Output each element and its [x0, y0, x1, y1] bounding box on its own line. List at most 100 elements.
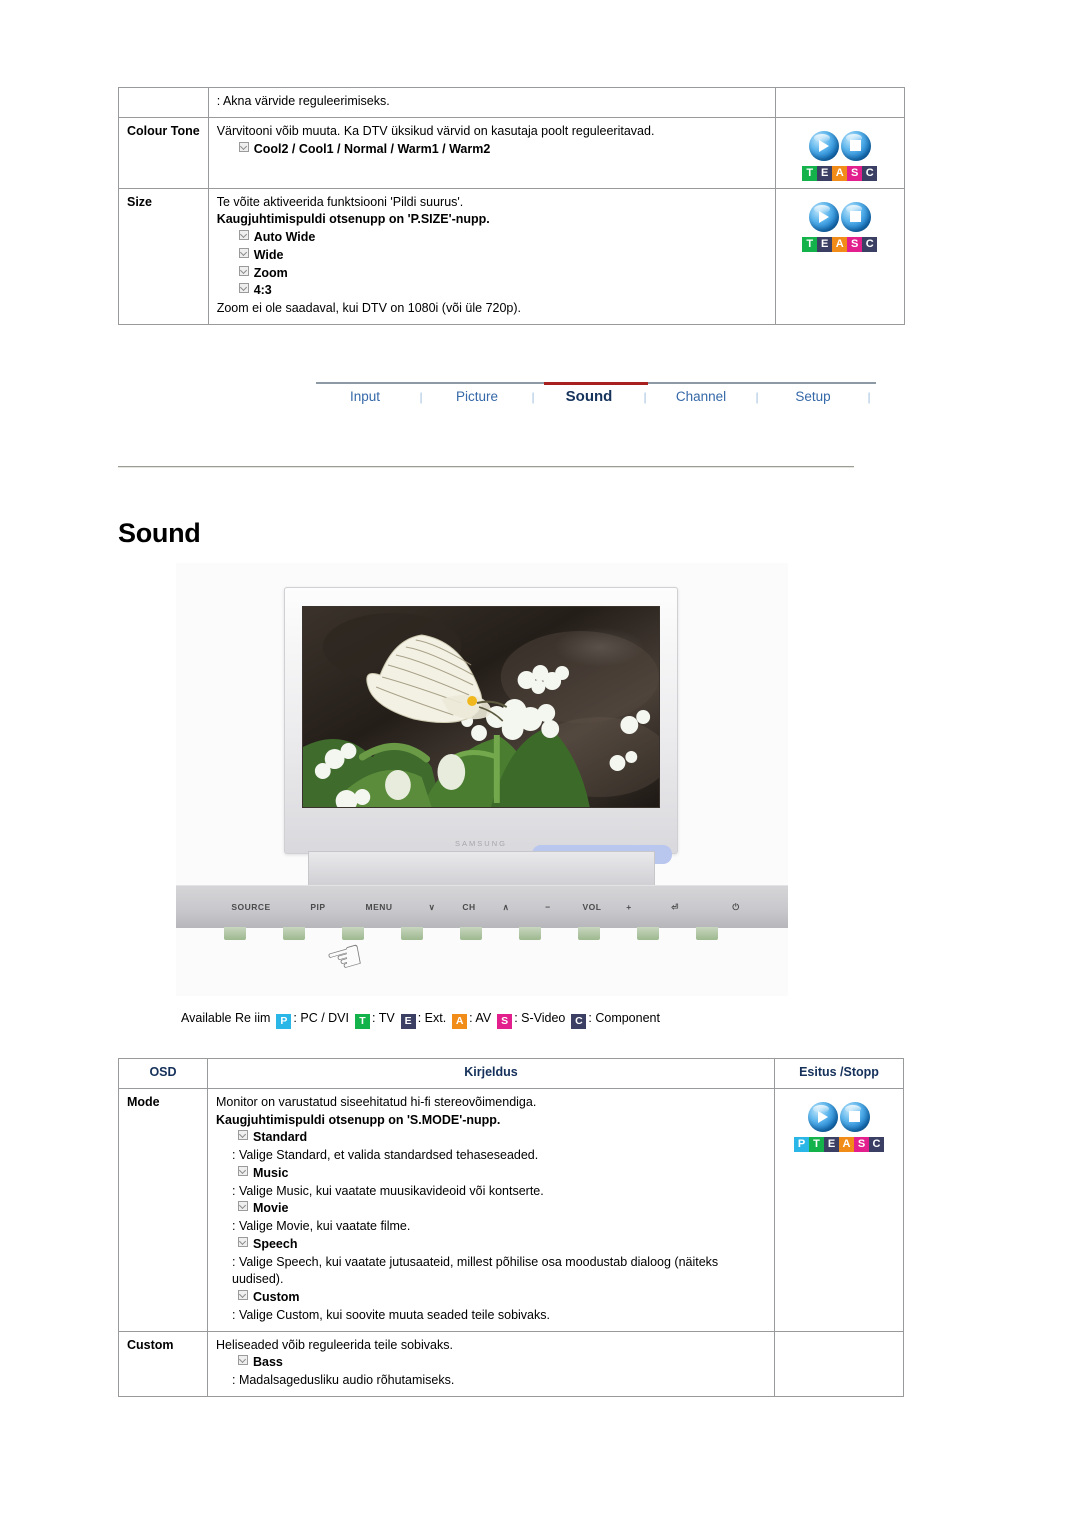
panel-button-[interactable]: ⏻ [706, 902, 766, 913]
panel-button-source[interactable]: SOURCE [212, 902, 290, 912]
list-bullet-icon [238, 1165, 248, 1176]
option-label: Music [253, 1165, 289, 1180]
option-description: : Valige Movie, kui vaatate filme. [232, 1219, 411, 1233]
panel-key[interactable] [696, 927, 718, 940]
section-divider [118, 466, 854, 468]
sound-spec-table: OSD Kirjeldus Esitus /Stopp Mode Monitor … [118, 1058, 904, 1397]
tab-sound[interactable]: Sound [540, 388, 638, 405]
panel-button-ch[interactable]: CH [452, 902, 486, 912]
available-mode-legend: Available Re iim P: PC / DVI T: TV E: Ext. A… [181, 1011, 660, 1029]
option-label: Standard [253, 1130, 308, 1145]
legend-label-a: : AV [469, 1011, 492, 1025]
legend-label-t: : TV [371, 1011, 395, 1025]
panel-button-[interactable]: ⏎ [644, 902, 706, 913]
tab-channel[interactable]: Channel [652, 389, 750, 404]
mode-chip-c: C [862, 165, 878, 181]
play-stop-badge: TEASC [784, 194, 896, 253]
header-osd: OSD [118, 1058, 208, 1089]
panel-key[interactable] [401, 927, 423, 940]
option-label: Zoom [253, 265, 288, 280]
play-triangle-icon [808, 1102, 838, 1132]
legend-label-e: : Ext. [417, 1011, 447, 1025]
play-stop-cell [774, 1330, 904, 1397]
panel-key[interactable] [224, 927, 246, 940]
option-label: Wide [253, 247, 284, 262]
table-row: Mode Monitor on varustatud siseehitatud h… [118, 1087, 904, 1332]
play-stop-cell: TEASC [774, 187, 905, 325]
panel-button-[interactable]: − [526, 902, 570, 912]
mode-chip-e: E [817, 165, 833, 181]
stop-square-icon [840, 1102, 870, 1132]
panel-key[interactable] [578, 927, 600, 940]
play-stop-badge: TEASC [784, 123, 896, 182]
mode-chip-t: T [802, 165, 818, 181]
page-title: Sound [118, 518, 201, 548]
mode-badge-teasc: TEASC [802, 165, 878, 181]
legend-prefix: Available Re iim [181, 1011, 271, 1025]
stop-sphere-icon [840, 1101, 870, 1132]
legend-chip-a: A [452, 1014, 468, 1029]
legend-label-c: : Component [588, 1011, 660, 1025]
mode-chip-a: A [832, 236, 848, 252]
tab-input[interactable]: Input [316, 389, 414, 404]
option-item: Movie [216, 1200, 766, 1218]
option-label: Custom [253, 1290, 300, 1304]
play-triangle-icon [809, 131, 839, 161]
osd-name-cell: Colour Tone [118, 116, 209, 189]
tab-separator: | [755, 389, 759, 404]
tab-setup[interactable]: Setup [764, 389, 862, 404]
product-illustration: SAMSUNG SOURCE PIP MENU ∨ CH ∧ − VOL + ⏎ ⏻ ☜ [176, 563, 788, 996]
panel-key[interactable] [283, 927, 305, 940]
tab-separator: | [867, 389, 871, 404]
stop-square-icon [841, 131, 871, 161]
legend-chip-p: P [276, 1014, 292, 1029]
description-cell: : Akna värvide reguleerimiseks. [207, 87, 776, 118]
header-play-stop: Esitus /Stopp [774, 1058, 904, 1089]
list-bullet-icon [238, 1236, 248, 1247]
legend-label-s: : S-Video [514, 1011, 566, 1025]
section-tab-nav[interactable]: Input | Picture | Sound | Channel | Setup | [316, 382, 876, 416]
osd-name-cell: Custom [118, 1330, 208, 1397]
list-bullet-icon [238, 230, 249, 240]
legend-chip-t: T [354, 1014, 370, 1029]
play-stop-spheres [784, 201, 896, 232]
tab-picture[interactable]: Picture [428, 389, 526, 404]
description-text: Monitor on varustatud siseehitatud hi-fi… [216, 1094, 537, 1109]
panel-button-[interactable]: ∧ [486, 902, 526, 913]
tab-separator: | [643, 389, 647, 404]
legend-label-p: : PC / DVI [293, 1011, 349, 1025]
option-item: Standard [216, 1129, 766, 1147]
description-text: Heliseaded võib reguleerida teile sobiva… [216, 1337, 453, 1352]
monitor-screen [302, 606, 660, 808]
panel-key[interactable] [460, 927, 482, 940]
list-bullet-icon [238, 1355, 248, 1366]
legend-chip-e: E [400, 1014, 416, 1029]
header-description: Kirjeldus [207, 1058, 775, 1089]
option-label: Movie [253, 1201, 289, 1216]
option-item: Speech [216, 1236, 766, 1254]
mode-chip-s: S [847, 165, 863, 181]
description-cell: Heliseaded võib reguleerida teile sobiva… [207, 1330, 775, 1397]
mode-chip-a: A [839, 1136, 854, 1152]
tab-separator: | [419, 389, 423, 404]
mode-chip-c: C [862, 236, 878, 252]
option-description: : Madalsagedusliku audio rõhutamiseks. [232, 1373, 455, 1387]
option-label: Auto Wide [253, 230, 316, 244]
mode-chip-t: T [802, 236, 818, 252]
description-cell: Värvitooni võib muuta. Ka DTV üksikud vä… [207, 116, 776, 189]
mode-chip-e: E [817, 236, 833, 252]
panel-key[interactable] [519, 927, 541, 940]
panel-button-pip[interactable]: PIP [290, 902, 346, 912]
panel-button-vol[interactable]: VOL [570, 902, 614, 912]
table-row: Colour Tone Värvitooni võib muuta. Ka DTV… [118, 116, 905, 189]
stop-sphere-icon [840, 201, 871, 232]
panel-key[interactable] [637, 927, 659, 940]
panel-button-[interactable]: + [614, 902, 644, 912]
option-item: Cool2 / Cool1 / Normal / Warm1 / Warm2 [217, 141, 767, 159]
monitor-stand-neck [308, 851, 655, 888]
control-panel-buttons[interactable] [176, 927, 788, 943]
picture-spec-table: : Akna värvide reguleerimiseks. Colour To… [118, 87, 905, 325]
panel-button-[interactable]: ∨ [412, 902, 452, 913]
panel-button-menu[interactable]: MENU [346, 902, 412, 912]
option-item: 4:3 [217, 282, 767, 300]
